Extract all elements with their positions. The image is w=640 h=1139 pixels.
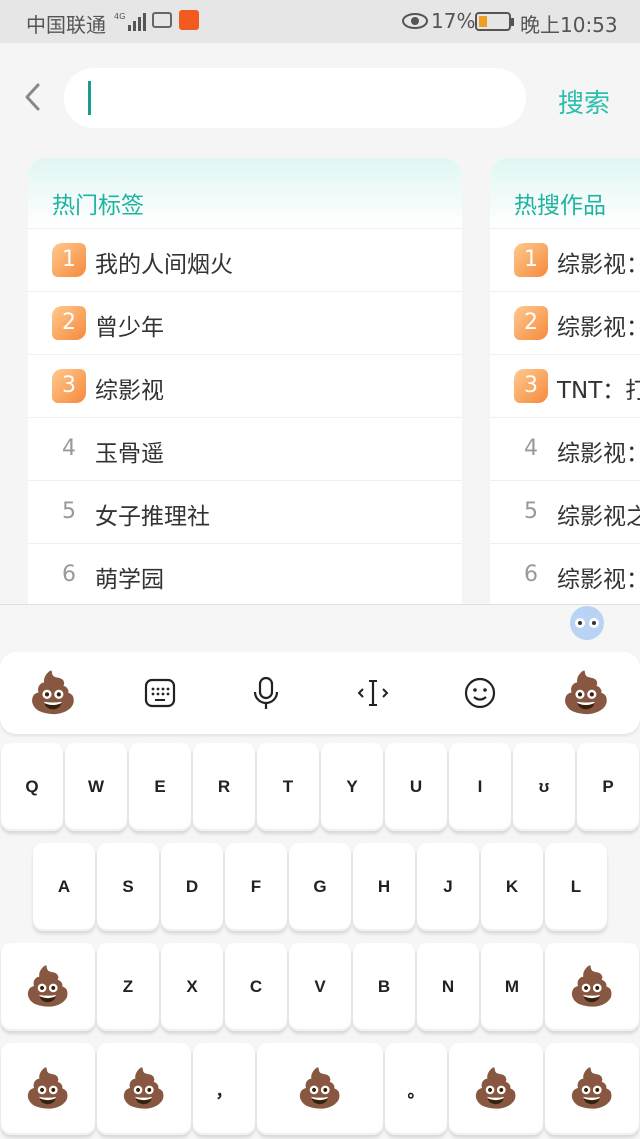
- keyboard-icon[interactable]: [120, 652, 200, 734]
- carrier-name: 中国联通: [26, 13, 106, 37]
- rank-number: 5: [524, 499, 538, 524]
- list-item[interactable]: 2 曾少年: [28, 291, 462, 355]
- rank-number: 5: [62, 499, 76, 524]
- list-item[interactable]: 6 萌学园: [28, 543, 462, 607]
- key-e[interactable]: E: [129, 743, 191, 831]
- key-g[interactable]: G: [289, 843, 351, 931]
- svg-text:4G: 4G: [114, 12, 125, 21]
- enter-key[interactable]: 💩: [545, 1043, 639, 1135]
- poop-emoji-key[interactable]: 💩: [1, 1043, 95, 1135]
- key-v[interactable]: V: [289, 943, 351, 1031]
- item-text: 女子推理社: [95, 504, 210, 530]
- list-item[interactable]: 5 综影视之: [490, 480, 640, 544]
- card-title: 热门标签: [52, 193, 144, 219]
- key-r[interactable]: R: [193, 743, 255, 831]
- key-y[interactable]: Y: [321, 743, 383, 831]
- key-p[interactable]: P: [577, 743, 639, 831]
- key-u[interactable]: U: [385, 743, 447, 831]
- key-k[interactable]: K: [481, 843, 543, 931]
- text-cursor: [88, 81, 91, 115]
- back-arrow-icon[interactable]: [20, 82, 46, 112]
- item-text: 综影视：: [557, 252, 640, 278]
- rank-badge: 1: [514, 243, 548, 277]
- app-notification-icon: [179, 10, 199, 30]
- key-i[interactable]: I: [449, 743, 511, 831]
- item-text: 综影视：: [557, 315, 640, 341]
- assistant-bot-icon[interactable]: [570, 606, 604, 640]
- item-text: 曾少年: [95, 315, 164, 341]
- key-x[interactable]: X: [161, 943, 223, 1031]
- key-q[interactable]: Q: [1, 743, 63, 831]
- status-bar: 中国联通 4G 17% 晚上10:53: [0, 0, 640, 43]
- list-item[interactable]: 4 玉骨遥: [28, 417, 462, 481]
- key-b[interactable]: B: [353, 943, 415, 1031]
- key-m[interactable]: M: [481, 943, 543, 1031]
- key-h[interactable]: H: [353, 843, 415, 931]
- key-a[interactable]: A: [33, 843, 95, 931]
- rank-badge: 3: [514, 369, 548, 403]
- item-text: 玉骨遥: [95, 441, 164, 467]
- key-l[interactable]: L: [545, 843, 607, 931]
- keyboard-toolbar: 💩 💩: [0, 652, 640, 734]
- emoji-face-icon[interactable]: [440, 652, 520, 734]
- key-s[interactable]: S: [97, 843, 159, 931]
- item-text: 综影视：: [557, 567, 640, 593]
- key-w[interactable]: W: [65, 743, 127, 831]
- rank-badge: 2: [514, 306, 548, 340]
- poop-emoji-key[interactable]: 💩: [545, 943, 639, 1031]
- search-input[interactable]: [64, 68, 526, 128]
- list-item[interactable]: 4 综影视：: [490, 417, 640, 481]
- microphone-icon[interactable]: [226, 652, 306, 734]
- key-o[interactable]: ʊ: [513, 743, 575, 831]
- poop-emoji-key[interactable]: 💩: [97, 1043, 191, 1135]
- list-item[interactable]: 2 综影视：: [490, 291, 640, 355]
- poop-emoji-button[interactable]: 💩: [13, 652, 93, 734]
- list-item[interactable]: 5 女子推理社: [28, 480, 462, 544]
- list-item[interactable]: 1 我的人间烟火: [28, 228, 462, 292]
- key-f[interactable]: F: [225, 843, 287, 931]
- key-d[interactable]: D: [161, 843, 223, 931]
- item-text: 综影视之: [557, 504, 640, 530]
- key-t[interactable]: T: [257, 743, 319, 831]
- list-item[interactable]: 3 TNT：打: [490, 354, 640, 418]
- item-text: TNT：打: [557, 378, 640, 404]
- eye-icon: [402, 13, 428, 29]
- battery-tip: [511, 18, 514, 26]
- battery-percent: 17%: [431, 9, 476, 33]
- item-text: 综影视: [95, 378, 164, 404]
- key-j[interactable]: J: [417, 843, 479, 931]
- key-c[interactable]: C: [225, 943, 287, 1031]
- item-text: 我的人间烟火: [95, 252, 233, 278]
- hot-tags-card: 热门标签 1 我的人间烟火 2 曾少年 3 综影视 4 玉骨遥 5 女子推理社 …: [28, 158, 462, 618]
- poop-emoji-button[interactable]: 💩: [546, 652, 626, 734]
- cursor-icon[interactable]: [333, 652, 413, 734]
- rank-number: 4: [524, 436, 538, 461]
- poop-emoji-key[interactable]: 💩: [449, 1043, 543, 1135]
- space-key[interactable]: 💩: [257, 1043, 383, 1135]
- item-text: 综影视：: [557, 441, 640, 467]
- hot-works-card: 热搜作品 1 综影视： 2 综影视： 3 TNT：打 4 综影视： 5 综影视之…: [490, 158, 640, 618]
- search-button[interactable]: 搜索: [558, 83, 610, 120]
- period-key[interactable]: 。: [385, 1043, 447, 1135]
- key-z[interactable]: Z: [97, 943, 159, 1031]
- battery-icon: [475, 12, 511, 31]
- rank-badge: 2: [52, 306, 86, 340]
- rank-number: 6: [62, 562, 76, 587]
- rank-badge: 3: [52, 369, 86, 403]
- rank-number: 6: [524, 562, 538, 587]
- card-title: 热搜作品: [514, 193, 606, 219]
- list-item[interactable]: 1 综影视：: [490, 228, 640, 292]
- poop-emoji-key[interactable]: 💩: [1, 943, 95, 1031]
- list-item[interactable]: 3 综影视: [28, 354, 462, 418]
- key-n[interactable]: N: [417, 943, 479, 1031]
- rank-badge: 1: [52, 243, 86, 277]
- clock: 晚上10:53: [520, 13, 618, 37]
- comma-key[interactable]: ，: [193, 1043, 255, 1135]
- keyboard-status-icon: [152, 12, 172, 28]
- rank-number: 4: [62, 436, 76, 461]
- item-text: 萌学园: [95, 567, 164, 593]
- signal-icon: 4G: [114, 12, 146, 31]
- list-item[interactable]: 6 综影视：: [490, 543, 640, 607]
